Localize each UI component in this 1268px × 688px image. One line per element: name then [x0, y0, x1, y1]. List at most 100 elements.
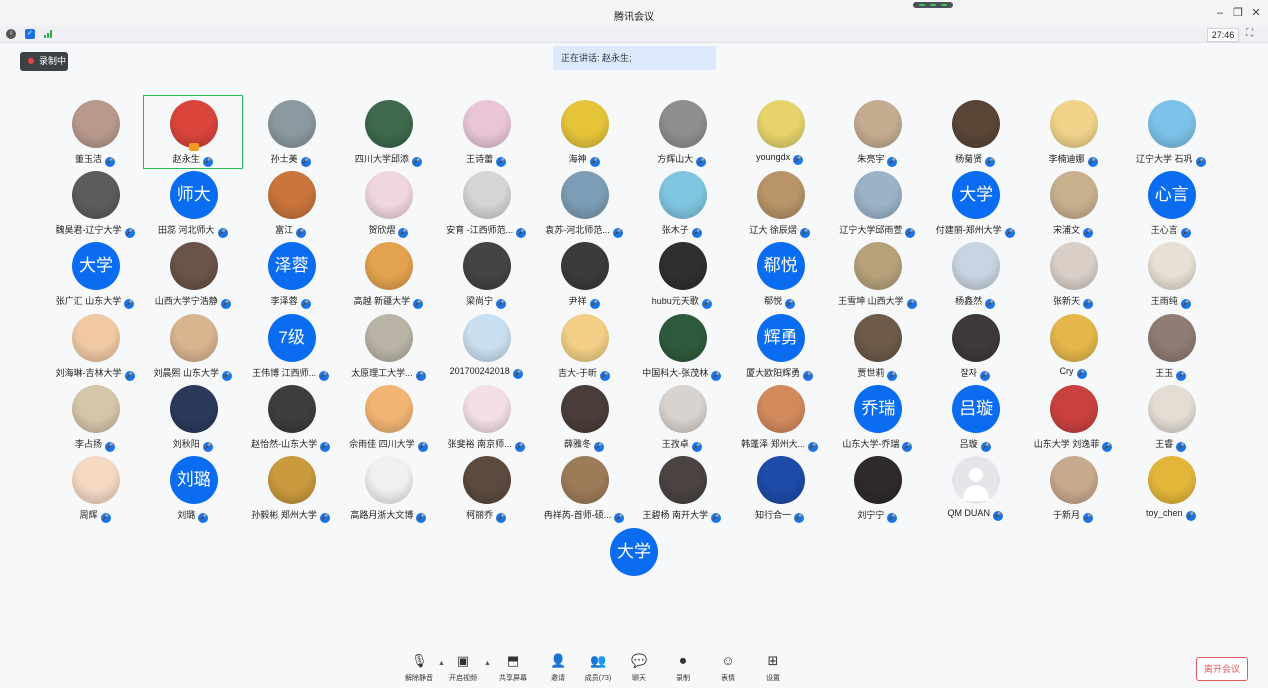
participant-tile[interactable]: 杨鑫然 🎤 [926, 238, 1024, 310]
participant-tile[interactable]: 方辉山大 🎤 [633, 96, 731, 168]
close-icon[interactable]: ✕ [1247, 5, 1265, 21]
participant-name-text: 贺欣熠 [368, 225, 396, 236]
meeting-timer: 27:46 [1207, 28, 1239, 42]
participant-tile[interactable]: 于新月 🎤 [1024, 452, 1122, 524]
participant-tile[interactable]: 佘雨佳 四川大学 🎤 [339, 381, 437, 453]
mic-icon: 🎤 [902, 441, 913, 452]
participant-tile[interactable]: 中国科大-张茂林 🎤 [633, 310, 731, 382]
participant-tile[interactable]: 刘晨熙 山东大学 🎤 [144, 310, 242, 382]
participant-tile[interactable]: 海神 🎤 [535, 96, 633, 168]
participant-tile[interactable]: 知行合一 🎤 [731, 452, 829, 524]
participant-tile[interactable]: 太原理工大学... 🎤 [339, 310, 437, 382]
participant-tile[interactable]: 李楠迪娜 🎤 [1024, 96, 1122, 168]
participant-tile[interactable]: 董玉洁 🎤 [46, 96, 144, 168]
signal-icon[interactable] [44, 30, 54, 38]
participant-tile[interactable]: 王雨纯 🎤 [1122, 238, 1220, 310]
participant-tile[interactable]: 韩蓬泽 郑州大... 🎤 [731, 381, 829, 453]
participant-tile[interactable]: 吉大-于昕 🎤 [535, 310, 633, 382]
participant-tile[interactable]: 冉祥芮-首师-硕... 🎤 [535, 452, 633, 524]
participant-tile[interactable]: hubu元天歌 🎤 [633, 238, 731, 310]
participant-tile[interactable]: toy_chen 🎤 [1122, 452, 1220, 524]
unmute-button[interactable]: 🎙 解除静音 [397, 654, 441, 683]
participant-tile[interactable]: 辉勇 厦大欧阳辉勇 🎤 [731, 310, 829, 382]
start-video-button[interactable]: ▣ 开启视频 [441, 654, 485, 683]
participant-tile[interactable]: 孙士美 🎤 [242, 96, 340, 168]
participant-tile[interactable]: 乔瑞 山东大学-乔瑞 🎤 [828, 381, 926, 453]
participant-name-text: 付建丽-郑州大学 [935, 225, 1002, 236]
participant-tile[interactable]: 梁尚宁 🎤 [437, 238, 535, 310]
participant-tile[interactable]: 刘宁宁 🎤 [828, 452, 926, 524]
participant-tile[interactable]: 高越 新疆大学 🎤 [339, 238, 437, 310]
fullscreen-icon[interactable]: ⛶ [1246, 28, 1253, 39]
participant-tile[interactable]: 王雪坤 山西大学 🎤 [828, 238, 926, 310]
participant-tile[interactable]: 杨菊贤 🎤 [926, 96, 1024, 168]
participant-tile[interactable]: 贾世莉 🎤 [828, 310, 926, 382]
participant-tile[interactable]: 辽宁大学 石巩 🎤 [1122, 96, 1220, 168]
invite-icon: 👤 [550, 653, 567, 668]
participant-tile[interactable]: 安育 -江西师范... 🎤 [437, 167, 535, 239]
participant-tile[interactable]: 刘秋阳 🎤 [144, 381, 242, 453]
participant-tile[interactable]: 袁苏-河北师范... 🎤 [535, 167, 633, 239]
participant-tile[interactable]: 贺欣熠 🎤 [339, 167, 437, 239]
participant-tile[interactable]: 师大 田蕊 河北师大 🎤 [144, 167, 242, 239]
minimize-icon[interactable]: – [1211, 5, 1229, 21]
participant-tile[interactable]: 王玉 🎤 [1122, 310, 1220, 382]
participant-tile[interactable]: 大学 张广汇 山东大学 🎤 [46, 238, 144, 310]
shield-icon[interactable]: ✓ [25, 29, 35, 39]
meeting-status-pill[interactable] [913, 2, 953, 8]
participant-tile[interactable]: 7级 王伟博 江西师... 🎤 [242, 310, 340, 382]
record-button[interactable]: ⏺ 录制 [661, 654, 705, 683]
participant-tile[interactable]: 魏昊君-辽宁大学 🎤 [46, 167, 144, 239]
participant-tile[interactable]: 高路月浙大文博 🎤 [339, 452, 437, 524]
participant-tile[interactable]: 张斐裕 南京师... 🎤 [437, 381, 535, 453]
participant-tile[interactable]: 王碧杨 南开大学 🎤 [633, 452, 731, 524]
participant-tile[interactable]: 周辉 🎤 [46, 452, 144, 524]
participant-tile[interactable]: 大学 付建丽-郑州大学 🎤 [926, 167, 1024, 239]
participant-tile[interactable]: 王诗蕾 🎤 [437, 96, 535, 168]
info-icon[interactable]: i [6, 29, 16, 39]
restore-icon[interactable]: ❐ [1229, 5, 1247, 21]
participant-tile[interactable]: youngdx 🎤 [731, 96, 829, 168]
participant-tile[interactable]: 张新天 🎤 [1024, 238, 1122, 310]
share-screen-button[interactable]: ⬒ 共享屏幕 [491, 654, 535, 683]
participant-tile[interactable]: 吕璇 吕璇 🎤 [926, 381, 1024, 453]
participant-tile[interactable]: 宋浦文 🎤 [1024, 167, 1122, 239]
participant-tile[interactable]: 张木子 🎤 [633, 167, 731, 239]
participant-tile[interactable]: 山东大学 刘逸菲 🎤 [1024, 381, 1122, 453]
participant-tile[interactable]: 薛雅冬 🎤 [535, 381, 633, 453]
participant-tile[interactable]: 刘海琳-吉林大学 🎤 [46, 310, 144, 382]
participant-tile[interactable]: 泽蓉 李泽蓉 🎤 [242, 238, 340, 310]
chat-button[interactable]: 💬 聊天 [617, 654, 661, 683]
reaction-button[interactable]: ☺ 表情 [706, 654, 750, 683]
participant-tile[interactable]: 辽大 徐辰熠 🎤 [731, 167, 829, 239]
participant-name: toy_chen 🎤 [1114, 508, 1228, 521]
participant-tile[interactable]: QM DUAN 🎤 [926, 452, 1024, 524]
participant-tile[interactable]: 郗悦 郗悦 🎤 [731, 238, 829, 310]
participant-tile[interactable]: 柯丽乔 🎤 [437, 452, 535, 524]
participant-tile[interactable]: 心言 王心言 🎤 [1122, 167, 1220, 239]
participant-tile[interactable]: 赵怡然-山东大学 🎤 [242, 381, 340, 453]
participant-name-text: 尹祥 [568, 296, 587, 307]
participant-tile[interactable]: 잘자 🎤 [926, 310, 1024, 382]
participant-tile[interactable]: 富江 🎤 [242, 167, 340, 239]
participant-tile[interactable]: 辽宁大学邱雨萱 🎤 [828, 167, 926, 239]
video-options-caret-icon[interactable]: ▲ [484, 660, 491, 667]
participant-tile[interactable]: 朱亮宇 🎤 [828, 96, 926, 168]
recording-badge[interactable]: 录制中 [20, 52, 68, 71]
participant-tile[interactable]: 王孜卓 🎤 [633, 381, 731, 453]
participant-tile[interactable]: 刘璐 刘璐 🎤 [144, 452, 242, 524]
members-button[interactable]: 👥 成员(73) [576, 654, 620, 683]
participant-tile[interactable]: 孙毅彬 郑州大学 🎤 [242, 452, 340, 524]
participant-tile[interactable]: 李占扬 🎤 [46, 381, 144, 453]
invite-button[interactable]: 👤 邀请 [536, 654, 580, 683]
participant-tile[interactable]: 王睿 🎤 [1122, 381, 1220, 453]
extra-participant-avatar[interactable]: 大学 [610, 528, 658, 576]
participant-tile[interactable]: 尹祥 🎤 [535, 238, 633, 310]
participant-tile[interactable]: 201700242018 🎤 [437, 310, 535, 382]
participant-tile[interactable]: 赵永生 🎤 [142, 95, 243, 169]
participant-tile[interactable]: 山西大学宁浩静 🎤 [144, 238, 242, 310]
settings-button[interactable]: ⊞ 设置 [751, 654, 795, 683]
participant-tile[interactable]: 四川大学邱添 🎤 [339, 96, 437, 168]
participant-tile[interactable]: Cry 🎤 [1024, 310, 1122, 382]
leave-meeting-button[interactable]: 离开会议 [1196, 657, 1248, 681]
